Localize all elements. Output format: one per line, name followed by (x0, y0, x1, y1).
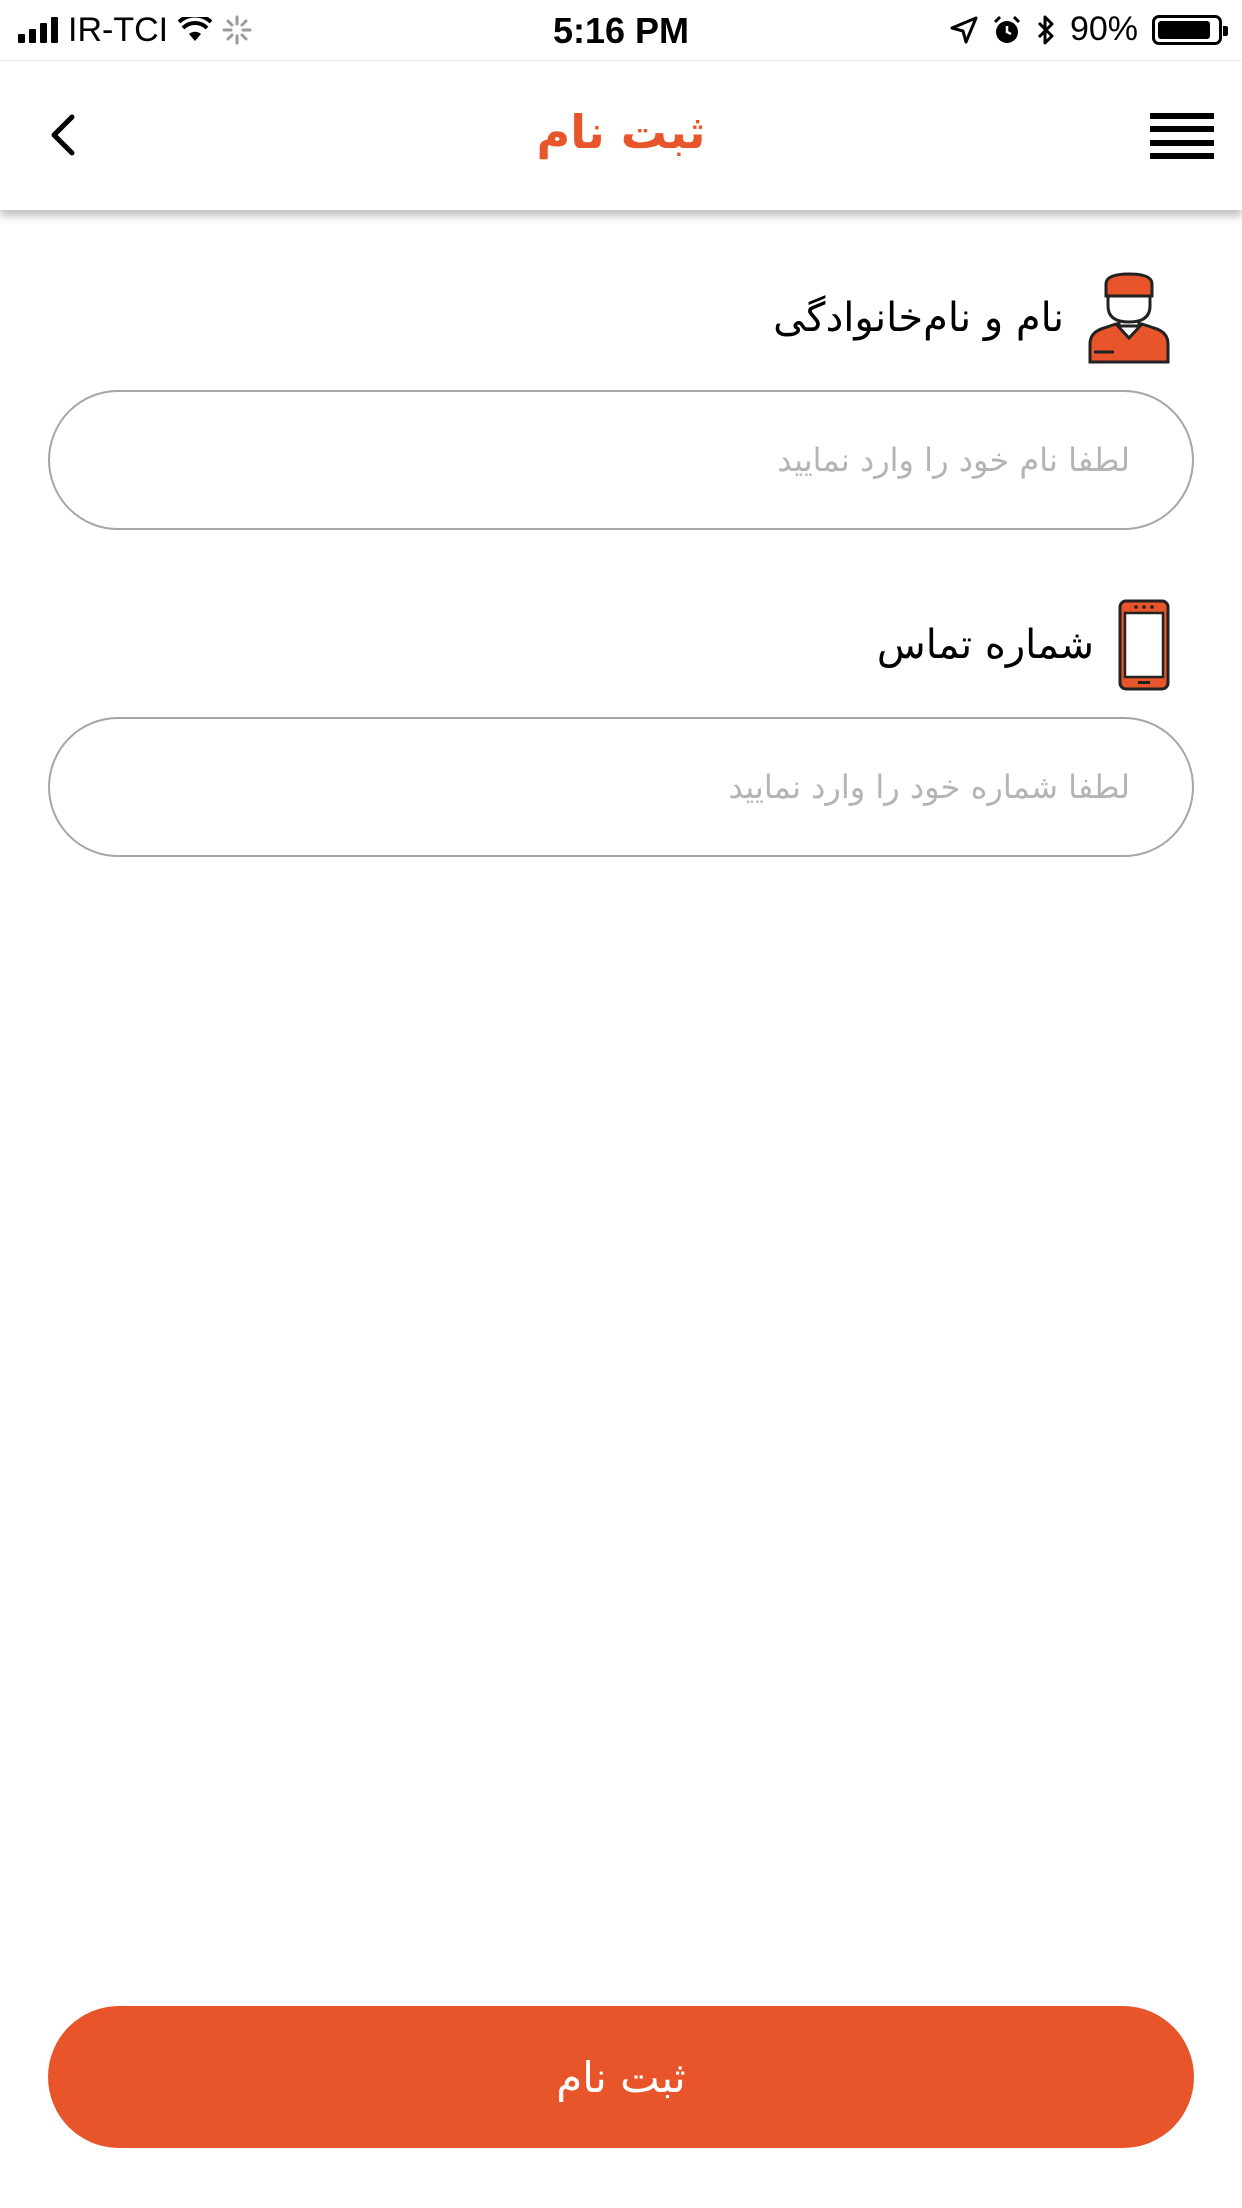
battery-percent: 90% (1069, 10, 1138, 48)
submit-button[interactable]: ثبت نام (48, 2006, 1194, 2148)
battery-icon (1152, 14, 1228, 45)
phone-input[interactable] (48, 717, 1194, 857)
mobile-phone-icon (1118, 599, 1170, 691)
status-right: 90% (950, 10, 1228, 49)
hamburger-menu-icon (1150, 113, 1214, 119)
name-label: نام و نام‌خانوادگی (773, 295, 1064, 341)
user-avatar-icon (1088, 272, 1170, 364)
status-bar: IR-TCI 5:16 PM 90% (0, 0, 1242, 60)
location-icon (950, 16, 978, 43)
bluetooth-icon (1037, 15, 1054, 44)
menu-button[interactable] (1150, 113, 1214, 159)
name-label-row: نام و نام‌خانوادگی (773, 268, 1172, 368)
alarm-icon (993, 15, 1020, 43)
page-title: ثبت نام (536, 105, 706, 159)
phone-label-row: شماره تماس (877, 595, 1172, 695)
phone-label: شماره تماس (876, 622, 1094, 668)
navigation-bar: ثبت نام (0, 60, 1242, 210)
name-input[interactable] (48, 390, 1194, 530)
